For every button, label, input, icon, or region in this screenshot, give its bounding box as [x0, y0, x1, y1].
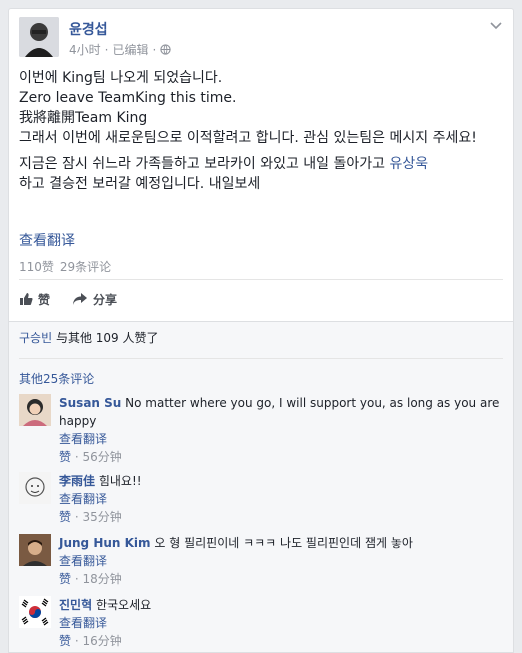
post-card: 윤경섭 4小时 · 已编辑 · 이번에 King팀 나오게 되었습니다. Zer…: [8, 8, 514, 653]
see-translation-link[interactable]: 查看翻译: [19, 230, 75, 250]
comment-time[interactable]: 16分钟: [82, 634, 121, 648]
commenter-avatar[interactable]: [19, 596, 51, 628]
comment-translate-link[interactable]: 查看翻译: [59, 430, 503, 448]
post-text: 이번에 King팀 나오게 되었습니다. Zero leave TeamKing…: [19, 70, 477, 146]
comment-meta: 赞 · 35分钟: [59, 510, 122, 524]
post-author[interactable]: 윤경섭: [69, 19, 108, 39]
comment-text: 한국오세요: [95, 598, 152, 612]
share-button[interactable]: 分享: [72, 288, 117, 310]
comment-time[interactable]: 56分钟: [82, 450, 121, 464]
likes-count[interactable]: 110赞: [19, 258, 54, 275]
post-header: 윤경섭 4小时 · 已编辑 ·: [19, 17, 503, 61]
comment-like-button[interactable]: 赞: [59, 572, 71, 586]
thumbs-up-icon: [20, 293, 33, 305]
likes-summary: 구승빈 与其他 109 人赞了: [19, 328, 159, 348]
comment-translate-link[interactable]: 查看翻译: [59, 552, 503, 570]
commenter-avatar[interactable]: [19, 472, 51, 504]
comment-meta: 赞 · 18分钟: [59, 572, 122, 586]
comment-time[interactable]: 18分钟: [82, 572, 121, 586]
mention-link[interactable]: 유상욱: [389, 156, 428, 172]
comment-like-button[interactable]: 赞: [59, 450, 71, 464]
comment-time[interactable]: 35分钟: [82, 510, 121, 524]
comment-like-button[interactable]: 赞: [59, 510, 71, 524]
post-edited[interactable]: 已编辑: [112, 41, 148, 58]
post-text-2: 지금은 잠시 쉬느라 가족들하고 보라카이 와있고 내일 돌아가고 유상욱 하고…: [19, 156, 429, 192]
globe-icon: [160, 44, 171, 55]
comment-translate-link[interactable]: 查看翻译: [59, 614, 503, 632]
post-time[interactable]: 4小时: [69, 41, 101, 58]
comment-text: No matter where you go, I will support y…: [59, 396, 500, 428]
comment-author[interactable]: 진민혁: [59, 598, 92, 612]
comment-like-button[interactable]: 赞: [59, 634, 71, 648]
comment-author[interactable]: Jung Hun Kim: [59, 536, 151, 550]
comments-count[interactable]: 29条评论: [60, 258, 111, 275]
view-more-comments[interactable]: 其他25条评论: [19, 370, 94, 387]
comment-author[interactable]: 李雨佳: [59, 474, 95, 488]
likes-rest[interactable]: 与其他 109 人赞了: [56, 331, 159, 345]
comment-text: 힘내요!!: [98, 474, 142, 488]
commenter-avatar[interactable]: [19, 534, 51, 566]
comment-author[interactable]: Susan Su: [59, 396, 121, 410]
divider: [19, 279, 503, 280]
share-arrow-icon: [73, 293, 88, 305]
comment-meta: 赞 · 16分钟: [59, 634, 122, 648]
comment-translate-link[interactable]: 查看翻译: [59, 490, 503, 508]
comment-body: Jung Hun Kim 오 형 필리핀이네 ㅋㅋㅋ 나도 필리핀인데 잼게 놓…: [59, 534, 503, 588]
commenter-avatar[interactable]: [19, 394, 51, 426]
chevron-down-icon[interactable]: [489, 21, 503, 31]
author-avatar[interactable]: [19, 17, 59, 57]
comment-text: 오 형 필리핀이네 ㅋㅋㅋ 나도 필리핀인데 잼게 놓아: [154, 536, 413, 550]
comment-body: 진민혁 한국오세요 查看翻译 赞 · 16分钟: [59, 596, 503, 650]
comment-body: Susan Su No matter where you go, I will …: [59, 394, 503, 466]
post-counts: 110赞 29条评论: [19, 258, 111, 275]
comments-section: 구승빈 与其他 109 人赞了 其他25条评论 Susan Su No matt…: [9, 321, 513, 652]
post-body: 이번에 King팀 나오게 되었습니다. Zero leave TeamKing…: [19, 68, 505, 200]
comment-meta: 赞 · 56分钟: [59, 450, 122, 464]
post-meta: 4小时 · 已编辑 ·: [69, 41, 171, 58]
liker-link[interactable]: 구승빈: [19, 331, 52, 345]
comment-body: 李雨佳 힘내요!! 查看翻译 赞 · 35分钟: [59, 472, 503, 526]
like-button[interactable]: 赞: [19, 288, 50, 310]
post-actions: 赞 分享: [19, 288, 117, 310]
divider: [19, 358, 503, 359]
